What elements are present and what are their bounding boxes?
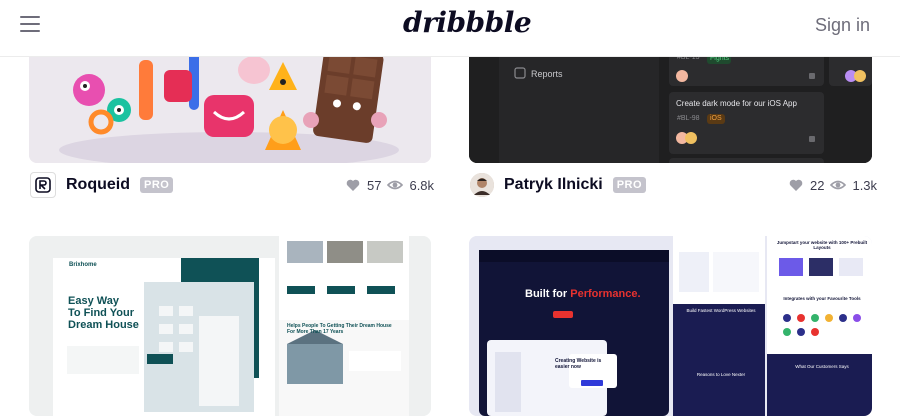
integrations-title: Integrates with your Favourite Tools xyxy=(783,296,861,301)
wordpress-theme-preview xyxy=(469,236,872,416)
headline-line: To Find Your xyxy=(68,307,134,319)
views-count: 1.3k xyxy=(852,177,878,193)
hero-text: Built for xyxy=(525,288,568,300)
dribbble-logo[interactable]: dribbble xyxy=(403,6,532,39)
heart-icon[interactable] xyxy=(345,177,361,193)
creating-title: Creating Website is easier now xyxy=(555,358,602,370)
roqueid-logo-icon xyxy=(35,177,51,193)
hero-title: Built for Performance. xyxy=(525,288,641,300)
customers-title: What Our Customers Says xyxy=(795,364,849,369)
heart-icon[interactable] xyxy=(788,177,804,193)
headline-line: Easy Way xyxy=(68,295,119,307)
brixhome-brand: Brixhome xyxy=(69,262,97,268)
hero-headline: Easy Way To Find Your Dream House xyxy=(68,295,139,331)
right-title: Jumpstart your website with 100+ Prebuil… xyxy=(776,240,868,250)
pro-badge: PRO xyxy=(612,177,647,193)
task-id-label-2: #BL-98 xyxy=(677,115,700,122)
person-photo-icon xyxy=(470,173,494,197)
roqueid-avatar xyxy=(30,172,56,198)
hero-accent-text: Performance. xyxy=(570,288,641,300)
likes-count: 57 xyxy=(367,177,382,193)
eye-icon xyxy=(387,180,404,190)
mid-title: Build Fastest WordPress Websites xyxy=(686,308,756,313)
author-link[interactable]: Patryk Ilnicki PRO xyxy=(470,173,647,197)
shot-thumbnail-real-estate[interactable]: Brixhome Easy Way To Find Your Dream Hou… xyxy=(29,236,431,416)
task-title: Create dark mode for our iOS App xyxy=(676,99,797,108)
eye-icon xyxy=(830,180,847,190)
shot-thumbnail-wordpress-theme[interactable]: Built for Performance. Build Fastest Wor… xyxy=(469,236,872,416)
patryk-avatar xyxy=(470,173,494,197)
views-count: 6.8k xyxy=(409,177,435,193)
side-title: Helps People To Getting Their Dream Hous… xyxy=(287,323,392,335)
author-link[interactable]: Roqueid PRO xyxy=(30,172,174,198)
shot-stats: 22 1.3k xyxy=(788,177,877,193)
author-name: Patryk Ilnicki xyxy=(504,176,603,193)
pro-badge: PRO xyxy=(140,177,174,193)
hamburger-menu-icon[interactable] xyxy=(20,16,40,34)
task-tag-ios: iOS xyxy=(710,115,722,122)
likes-count: 22 xyxy=(810,177,825,193)
author-name: Roqueid xyxy=(66,176,130,193)
shot-stats: 57 6.8k xyxy=(345,177,434,193)
top-navigation-bar: dribbble Sign in xyxy=(0,0,900,57)
dashboard-nav-reports: Reports xyxy=(531,69,563,79)
reasons-title: Reasons to Love Nexter xyxy=(696,372,746,377)
shot-meta-roqueid: Roqueid PRO xyxy=(30,171,174,199)
sign-in-link[interactable]: Sign in xyxy=(815,15,870,36)
shot-meta-patryk: Patryk Ilnicki PRO xyxy=(470,171,647,199)
headline-line: Dream House xyxy=(68,319,139,331)
